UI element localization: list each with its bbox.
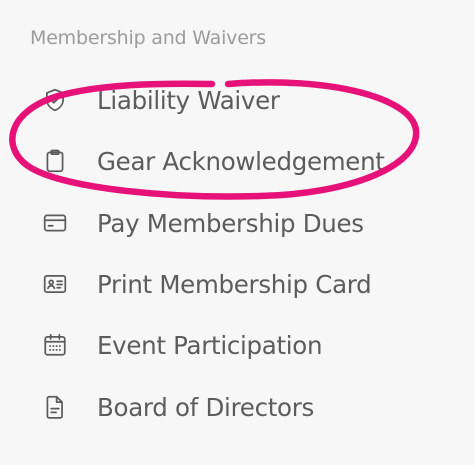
credit-card-icon (40, 208, 70, 238)
menu-item-label: Pay Membership Dues (97, 208, 364, 238)
menu-item-gear-acknowledgement[interactable]: Gear Acknowledgement (40, 139, 385, 183)
menu-item-label: Event Participation (97, 330, 323, 360)
menu-item-board-of-directors[interactable]: Board of Directors (40, 385, 314, 429)
menu-item-label: Liability Waiver (97, 85, 280, 115)
menu-item-label: Gear Acknowledgement (97, 146, 385, 176)
id-card-icon (40, 269, 70, 299)
menu-item-label: Print Membership Card (97, 269, 372, 299)
shield-check-icon (40, 85, 70, 115)
menu-item-liability-waiver[interactable]: Liability Waiver (40, 78, 280, 122)
calendar-icon (40, 330, 70, 360)
menu-item-event-participation[interactable]: Event Participation (40, 323, 323, 367)
membership-menu: Liability Waiver Gear Acknowledgement Pa… (0, 0, 475, 465)
menu-item-print-membership-card[interactable]: Print Membership Card (40, 262, 372, 306)
clipboard-icon (40, 146, 70, 176)
menu-item-label: Board of Directors (97, 392, 314, 422)
menu-item-pay-membership-dues[interactable]: Pay Membership Dues (40, 201, 364, 245)
document-icon (40, 392, 70, 422)
